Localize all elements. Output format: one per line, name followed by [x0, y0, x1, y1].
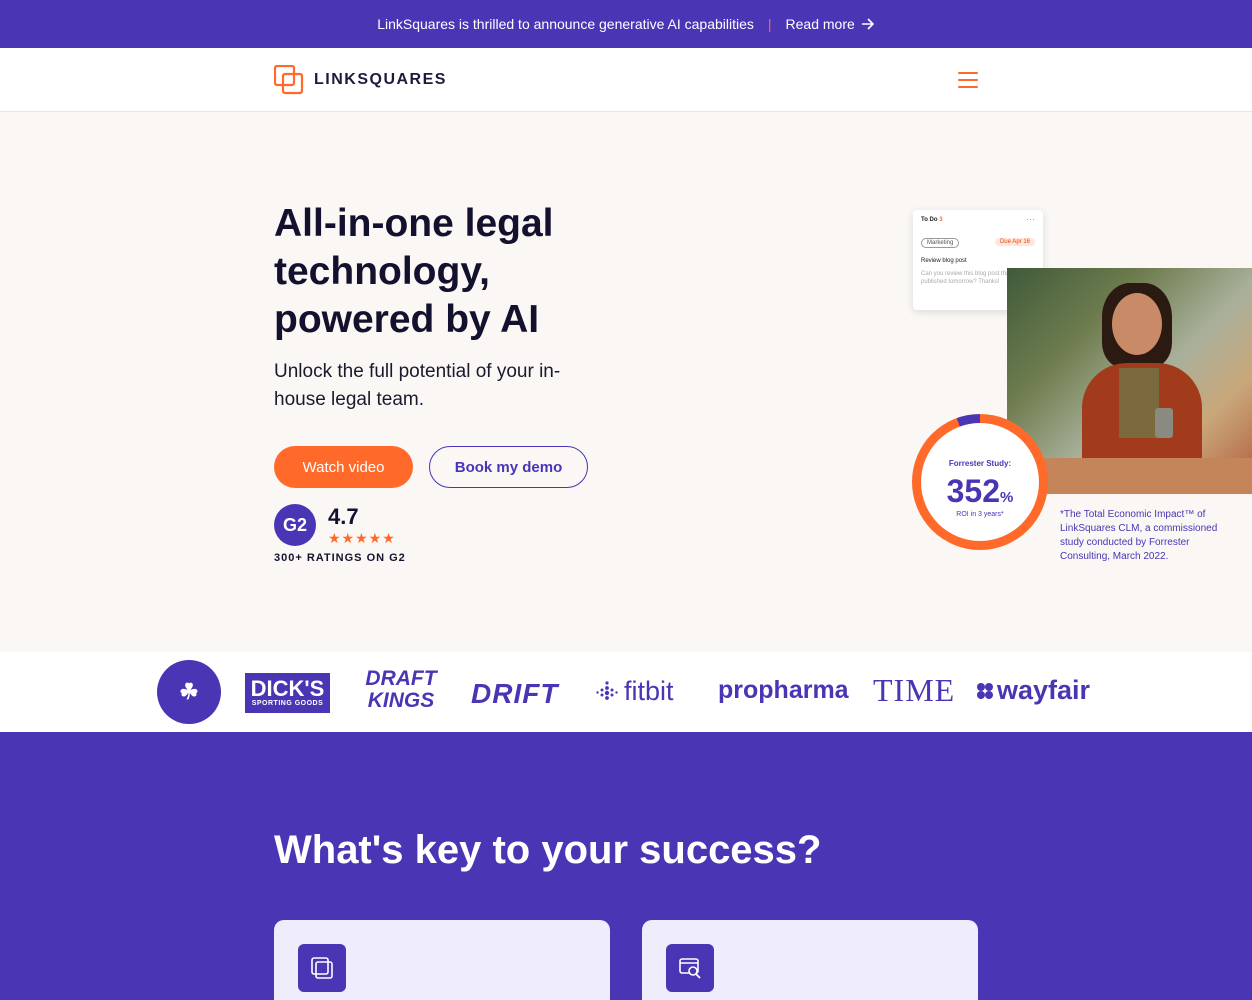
linksquares-logo[interactable]: LINKSQUARES: [274, 65, 447, 95]
watch-video-button[interactable]: Watch video: [274, 446, 413, 488]
dicks-logo: DICK'S SPORTING GOODS: [245, 673, 330, 713]
stat-label: Forrester Study:: [948, 459, 1012, 468]
feature-card-2[interactable]: [642, 920, 978, 1000]
rating-score: 4.7: [328, 504, 359, 529]
search-document-icon: [666, 944, 714, 992]
logo-text: LINKSQUARES: [314, 71, 447, 88]
stat-footnote: *The Total Economic Impact™ of LinkSquar…: [1060, 509, 1218, 562]
drift-logo: DRIFT: [471, 678, 559, 709]
hero-title: All-in-one legal technology, powered by …: [274, 202, 554, 341]
read-more-link[interactable]: Read more: [786, 16, 875, 32]
feature-card-1[interactable]: [274, 920, 610, 1000]
arrow-right-icon: [861, 18, 874, 30]
section-title: What's key to your success?: [274, 828, 822, 872]
read-more-label: Read more: [785, 16, 855, 32]
wayfair-logo: wayfair: [976, 675, 1090, 706]
key-success-section: What's key to your success?: [0, 732, 1252, 1000]
wayfair-pinwheel-icon: [977, 682, 993, 699]
fitbit-dots-icon: [596, 680, 618, 700]
ratings-caption: 300+ RATINGS ON G2: [274, 552, 406, 564]
fitbit-logo: fitbit: [596, 676, 674, 707]
g2-logo-icon: G2: [274, 504, 316, 546]
roi-stat-ring: Forrester Study: 352% ROI in 3 years*: [912, 414, 1048, 550]
book-demo-button[interactable]: Book my demo: [429, 446, 588, 488]
todo-due-date: Due Apr 16: [994, 238, 1035, 246]
announcement-bar: LinkSquares is thrilled to announce gene…: [0, 0, 1252, 48]
todo-header: To Do 3: [921, 217, 943, 223]
stat-sub: ROI in 3 years*: [956, 511, 1004, 518]
hamburger-menu-icon[interactable]: [958, 72, 978, 88]
todo-tag: Marketing: [921, 238, 960, 248]
todo-task: Review blog post: [921, 258, 967, 264]
star-rating-icon: ★★★★★: [328, 530, 396, 546]
documents-icon: [298, 944, 346, 992]
draftkings-logo: DRAFT KINGS: [365, 667, 437, 712]
more-options-icon: ···: [1026, 214, 1035, 224]
propharma-logo: propharma: [718, 676, 849, 704]
customer-logos: ☘ DICK'S SPORTING GOODS DRAFT KINGS DRIF…: [0, 652, 1252, 732]
announcement-separator: |: [767, 16, 772, 32]
logo-squares-icon: [274, 65, 304, 95]
stat-value: 352%: [946, 473, 1014, 509]
announcement-text: LinkSquares is thrilled to announce gene…: [377, 16, 754, 32]
hero-subtitle: Unlock the full potential of your in-hou…: [274, 361, 561, 410]
top-nav: LINKSQUARES: [0, 48, 1252, 112]
celtics-logo: ☘: [157, 660, 221, 724]
time-logo: TIME: [873, 672, 956, 708]
